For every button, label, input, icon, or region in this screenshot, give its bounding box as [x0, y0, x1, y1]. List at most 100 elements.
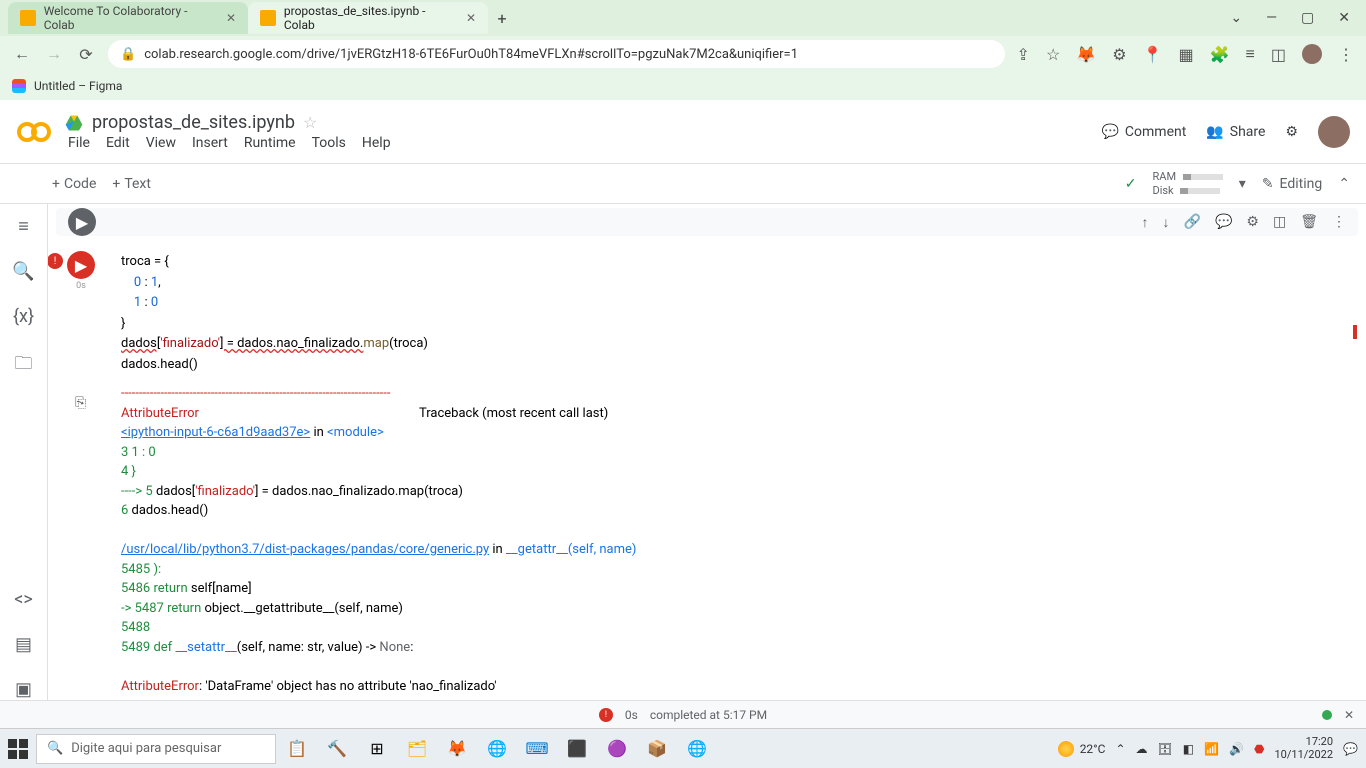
taskview-icon[interactable]: ⊞ [364, 736, 390, 762]
editing-mode[interactable]: ✎ Editing [1262, 176, 1322, 192]
explorer-icon[interactable]: 🗂 [404, 736, 430, 762]
move-up-icon[interactable]: ↑ [1142, 214, 1149, 231]
menu-tools[interactable]: Tools [312, 135, 346, 151]
chevron-down-icon[interactable]: ▾ [1239, 176, 1246, 192]
search-placeholder: Digite aqui para pesquisar [71, 741, 221, 756]
notebook-title[interactable]: propostas_de_sites.ipynb [92, 112, 295, 133]
close-icon[interactable]: ✕ [226, 11, 236, 25]
vscode-icon[interactable]: ⌨ [524, 736, 550, 762]
date: 10/11/2022 [1275, 749, 1334, 761]
minimize-icon[interactable]: ― [1266, 10, 1277, 26]
close-icon[interactable]: ✕ [466, 11, 476, 25]
traceback-link[interactable]: /usr/local/lib/python3.7/dist-packages/p… [121, 542, 489, 557]
extension-icon[interactable]: 🦊 [1076, 45, 1096, 64]
forward-button[interactable]: → [44, 44, 64, 64]
share-label: Share [1230, 124, 1266, 140]
menu-icon[interactable]: ⋮ [1338, 45, 1354, 64]
files-icon[interactable]: 🗀 [15, 351, 33, 381]
tb-in: in [489, 542, 506, 557]
taskbar-app-icon[interactable]: ⬛ [564, 736, 590, 762]
move-down-icon[interactable]: ↓ [1163, 214, 1170, 231]
share-button[interactable]: 👥 Share [1206, 124, 1265, 140]
delete-icon[interactable]: 🗑 [1300, 214, 1318, 231]
notifications-icon[interactable]: 💬 [1343, 742, 1358, 756]
mirror-icon[interactable]: ◫ [1273, 214, 1286, 231]
menu-view[interactable]: View [146, 135, 176, 151]
run-button[interactable]: ▶ [67, 251, 95, 279]
battery-icon[interactable]: 🗄 [1158, 742, 1173, 756]
star-icon[interactable]: ☆ [303, 113, 317, 132]
app-tray-icon[interactable]: ◧ [1183, 742, 1194, 756]
new-tab-button[interactable]: + [488, 4, 516, 32]
editing-label: Editing [1280, 176, 1323, 192]
resource-indicator[interactable]: RAM Disk [1152, 170, 1222, 196]
gear-icon[interactable]: ⚙ [1246, 214, 1259, 231]
output-toggle-icon[interactable]: ⎘ [75, 395, 86, 411]
clock[interactable]: 17:20 10/11/2022 [1275, 736, 1334, 760]
tabs-row: Welcome To Colaboratory - Colab ✕ propos… [0, 0, 1366, 36]
add-code-button[interactable]: + Code [52, 176, 96, 192]
figma-icon [12, 79, 26, 93]
back-button[interactable]: ← [12, 44, 32, 64]
side-panel-icon[interactable]: ◫ [1271, 45, 1286, 64]
menu-edit[interactable]: Edit [106, 135, 130, 151]
gimp-icon[interactable]: 🦊 [444, 736, 470, 762]
profile-avatar[interactable] [1302, 44, 1322, 64]
terminal-icon[interactable]: ▣ [15, 679, 32, 700]
comment-icon[interactable]: 💬 [1215, 214, 1232, 231]
tab-propostas[interactable]: propostas_de_sites.ipynb - Colab ✕ [248, 2, 488, 34]
menu-file[interactable]: File [68, 135, 90, 151]
reading-list-icon[interactable]: ≡ [1246, 44, 1255, 64]
variables-icon[interactable]: {x} [13, 306, 34, 327]
code-cell[interactable]: ! ▶ 0s troca = { 0 : 1, 1 : 0 } dados['f… [56, 244, 1358, 700]
menu-help[interactable]: Help [362, 135, 391, 151]
wifi-icon[interactable]: 📶 [1204, 742, 1219, 756]
comment-button[interactable]: 💬 Comment [1101, 124, 1186, 140]
extensions-icon[interactable]: 🧩 [1210, 45, 1230, 64]
close-icon[interactable]: ✕ [1338, 10, 1350, 26]
ram-bar [1183, 174, 1223, 180]
tab-welcome[interactable]: Welcome To Colaboratory - Colab ✕ [8, 2, 248, 34]
extension-icon[interactable]: ▦ [1178, 45, 1193, 64]
chrome-icon[interactable]: 🌐 [484, 736, 510, 762]
maximize-icon[interactable]: ▢ [1301, 10, 1314, 26]
taskbar-app-icon[interactable]: 🔨 [324, 736, 350, 762]
bookmark-figma[interactable]: Untitled – Figma [34, 79, 122, 93]
search-icon[interactable]: 🔍 [12, 261, 34, 282]
onedrive-icon[interactable]: ☁ [1136, 742, 1148, 756]
chevron-up-icon[interactable]: ⌃ [1338, 176, 1350, 192]
code-snippets-icon[interactable]: <> [14, 589, 33, 610]
reload-button[interactable]: ⟳ [76, 44, 96, 64]
run-button[interactable]: ▶ [68, 208, 96, 236]
extension-icon[interactable]: ⚙ [1112, 45, 1126, 64]
volume-icon[interactable]: 🔊 [1229, 742, 1244, 756]
more-icon[interactable]: ⋮ [1332, 214, 1346, 231]
toc-icon[interactable]: ≡ [18, 216, 29, 237]
menu-insert[interactable]: Insert [192, 135, 228, 151]
ram-label: RAM [1152, 170, 1176, 183]
chevron-up-icon[interactable]: ⌃ [1115, 742, 1125, 756]
add-text-button[interactable]: + Text [112, 176, 151, 192]
star-icon[interactable]: ☆ [1046, 45, 1060, 64]
code-editor[interactable]: troca = { 0 : 1, 1 : 0 } dados['finaliza… [121, 251, 1349, 374]
search-input[interactable]: 🔍 Digite aqui para pesquisar [36, 734, 276, 764]
address-bar[interactable]: 🔒 colab.research.google.com/drive/1jvERG… [108, 40, 1005, 68]
security-icon[interactable]: ⬣ [1254, 742, 1264, 756]
start-button[interactable] [8, 739, 28, 759]
user-avatar[interactable] [1318, 116, 1350, 148]
menu-runtime[interactable]: Runtime [244, 135, 296, 151]
chevron-down-icon[interactable]: ⌄ [1230, 10, 1242, 26]
eclipse-icon[interactable]: 🟣 [604, 736, 630, 762]
weather-widget[interactable]: 22°C [1058, 741, 1106, 757]
previous-cell-stub[interactable]: ▶ ↑ ↓ 🔗 💬 ⚙ ◫ 🗑 ⋮ [56, 208, 1358, 236]
chrome-active-icon[interactable]: 🌐 [684, 736, 710, 762]
share-icon[interactable]: ⇪ [1017, 45, 1030, 64]
close-icon[interactable]: ✕ [1344, 708, 1354, 722]
link-icon[interactable]: 🔗 [1184, 214, 1201, 231]
command-palette-icon[interactable]: ▤ [15, 634, 32, 655]
extension-icon[interactable]: 📍 [1143, 45, 1163, 64]
taskbar-app-icon[interactable]: 📋 [284, 736, 310, 762]
traceback-link[interactable]: <ipython-input-6-c6a1d9aad37e> [121, 425, 310, 440]
taskbar-app-icon[interactable]: 📦 [644, 736, 670, 762]
gear-icon[interactable]: ⚙ [1285, 124, 1298, 140]
